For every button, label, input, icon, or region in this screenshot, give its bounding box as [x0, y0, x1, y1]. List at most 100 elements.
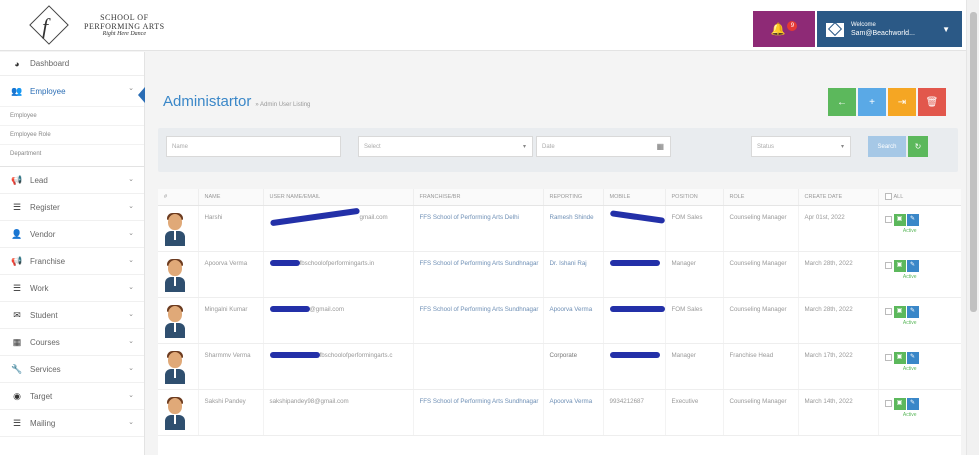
cell-role: Counseling Manager: [723, 389, 799, 436]
cell-role: Counseling Manager: [723, 205, 799, 252]
col-franchise[interactable]: FRANCHISE/BR: [413, 189, 544, 206]
cell-mobile: [603, 251, 666, 298]
cell-name: Mingalni Kumar: [198, 297, 264, 344]
sidebar-item-lead[interactable]: 📢 Lead ⌄: [0, 167, 144, 194]
sidebar-item-label: Student: [30, 310, 58, 320]
sidebar-item-target[interactable]: ◉ Target ⌄: [0, 383, 144, 410]
cell-reporting: Corporate: [543, 343, 604, 390]
col-select-all[interactable]: ALL: [878, 189, 961, 206]
sidebar-subitem-employee[interactable]: Employee: [0, 106, 144, 125]
sidebar-item-employee[interactable]: 👥 Employee ⌄: [0, 76, 144, 106]
edit-button[interactable]: ✎: [906, 213, 919, 226]
sidebar-item-label: Dashboard: [30, 59, 70, 68]
sidebar-item-label: Courses: [30, 337, 60, 347]
sidebar-item-franchise[interactable]: 📢 Franchise ⌄: [0, 248, 144, 275]
view-button[interactable]: ▣: [893, 213, 906, 226]
edit-button[interactable]: ✎: [906, 397, 919, 410]
edit-button[interactable]: ✎: [906, 351, 919, 364]
chevron-down-icon: ⌄: [128, 392, 134, 399]
notifications-button[interactable]: 🔔 9: [753, 11, 815, 47]
sidebar-item-courses[interactable]: ▦ Courses ⌄: [0, 329, 144, 356]
status-filter[interactable]: Status ▾: [751, 136, 851, 157]
col-mobile[interactable]: MOBILE: [603, 189, 666, 206]
sidebar-item-dashboard[interactable]: ◕ Dashboard: [0, 52, 144, 76]
page-subtitle: » Admin User Listing: [255, 102, 311, 108]
logo-mark: f: [29, 5, 70, 45]
table-row: Apoorva Verma fbschoolofperformingarts.i…: [158, 251, 961, 298]
envelope-icon: ✉: [13, 309, 21, 320]
table-header-row: # NAME USER NAME/EMAIL FRANCHISE/BR REPO…: [158, 189, 961, 206]
dashboard-icon: ◕: [14, 58, 20, 69]
cell-mobile: [603, 343, 666, 390]
add-button[interactable]: +: [858, 88, 886, 116]
sidebar-item-label: Employee: [30, 86, 66, 96]
col-name[interactable]: NAME: [198, 189, 264, 206]
cell-franchise[interactable]: FFS School of Performing Arts Delhi: [413, 205, 544, 252]
cell-franchise[interactable]: [413, 343, 544, 390]
cell-actions: ▣ ✎ Active: [878, 389, 961, 436]
cell-franchise[interactable]: FFS School of Performing Arts Sundhnagar: [413, 389, 544, 436]
share-icon: ⇥: [897, 96, 907, 108]
sidebar-item-mailing[interactable]: ☰ Mailing ⌄: [0, 410, 144, 437]
redaction-mark: [269, 351, 320, 358]
export-button[interactable]: ⇥: [888, 88, 916, 116]
cell-reporting[interactable]: Ramesh Shinde: [543, 205, 604, 252]
view-button[interactable]: ▣: [893, 305, 906, 318]
delete-button[interactable]: 🗑: [918, 88, 946, 116]
scrollbar-thumb[interactable]: [970, 12, 977, 312]
sidebar-item-work[interactable]: ☰ Work ⌄: [0, 275, 144, 302]
cell-reporting[interactable]: Apoorva Verma: [543, 389, 604, 436]
chevron-down-icon: ⌄: [128, 230, 134, 237]
cell-create-date: Apr 01st, 2022: [798, 205, 879, 252]
chevron-down-icon: ▾: [840, 144, 844, 150]
row-checkbox[interactable]: [884, 400, 892, 407]
col-position[interactable]: POSITION: [665, 189, 724, 206]
cell-franchise[interactable]: FFS School of Performing Arts Sundhnagar: [413, 297, 544, 344]
sidebar-item-label: Mailing: [30, 418, 56, 428]
cell-position: FOM Sales: [665, 297, 724, 344]
select-all-checkbox[interactable]: [884, 193, 892, 201]
chevron-down-icon: ⌄: [128, 257, 134, 264]
target-icon: ◉: [13, 390, 21, 401]
sidebar-item-student[interactable]: ✉ Student ⌄: [0, 302, 144, 329]
row-checkbox[interactable]: [884, 308, 892, 315]
cell-name: Sakshi Pandey: [198, 389, 264, 436]
sidebar-subitem-department[interactable]: Department: [0, 144, 144, 163]
refresh-icon: ↻: [914, 142, 922, 151]
back-button[interactable]: ←: [828, 88, 856, 116]
table-row: Mingalni Kumar @gmail.com FFS School of …: [158, 297, 961, 344]
sidebar-item-label: Register: [30, 202, 60, 212]
edit-button[interactable]: ✎: [906, 305, 919, 318]
sidebar-item-register[interactable]: ☰ Register ⌄: [0, 194, 144, 221]
cell-franchise[interactable]: FFS School of Performing Arts Sundhnagar: [413, 251, 544, 298]
brand-logo[interactable]: f SCHOOL OF PERFORMING ARTS Right Here D…: [29, 5, 165, 45]
name-filter-input[interactable]: Name: [166, 136, 341, 157]
avatar: [164, 350, 186, 384]
cell-reporting[interactable]: Apoorva Verma: [543, 297, 604, 344]
cell-reporting[interactable]: Dr. Ishani Raj: [543, 251, 604, 298]
view-button[interactable]: ▣: [893, 259, 906, 272]
col-reporting[interactable]: REPORTING: [543, 189, 604, 206]
sidebar-item-services[interactable]: 🔧 Services ⌄: [0, 356, 144, 383]
reset-button[interactable]: ↻: [908, 136, 928, 157]
row-checkbox[interactable]: [884, 354, 892, 361]
sidebar-item-vendor[interactable]: 👤 Vendor ⌄: [0, 221, 144, 248]
view-button[interactable]: ▣: [893, 351, 906, 364]
date-filter-input[interactable]: Date ▦: [536, 136, 671, 157]
page-scrollbar[interactable]: [966, 0, 979, 455]
row-checkbox[interactable]: [884, 262, 892, 269]
col-role[interactable]: ROLE: [723, 189, 799, 206]
sidebar-subitem-employee-role[interactable]: Employee Role: [0, 125, 144, 144]
status-badge: Active: [902, 273, 917, 280]
view-button[interactable]: ▣: [893, 397, 906, 410]
row-checkbox[interactable]: [884, 216, 892, 223]
select-filter[interactable]: Select ▾: [358, 136, 533, 157]
col-email[interactable]: USER NAME/EMAIL: [263, 189, 414, 206]
edit-button[interactable]: ✎: [906, 259, 919, 272]
user-menu[interactable]: Welcome Sam@Beachworld... ▼: [817, 11, 962, 47]
cell-email: fbschoolofperformingarts.c: [263, 343, 414, 390]
avatar: [164, 258, 186, 292]
col-create-date[interactable]: CREATE DATE: [798, 189, 879, 206]
redaction-mark: [269, 259, 300, 266]
search-button[interactable]: Search: [868, 136, 906, 157]
